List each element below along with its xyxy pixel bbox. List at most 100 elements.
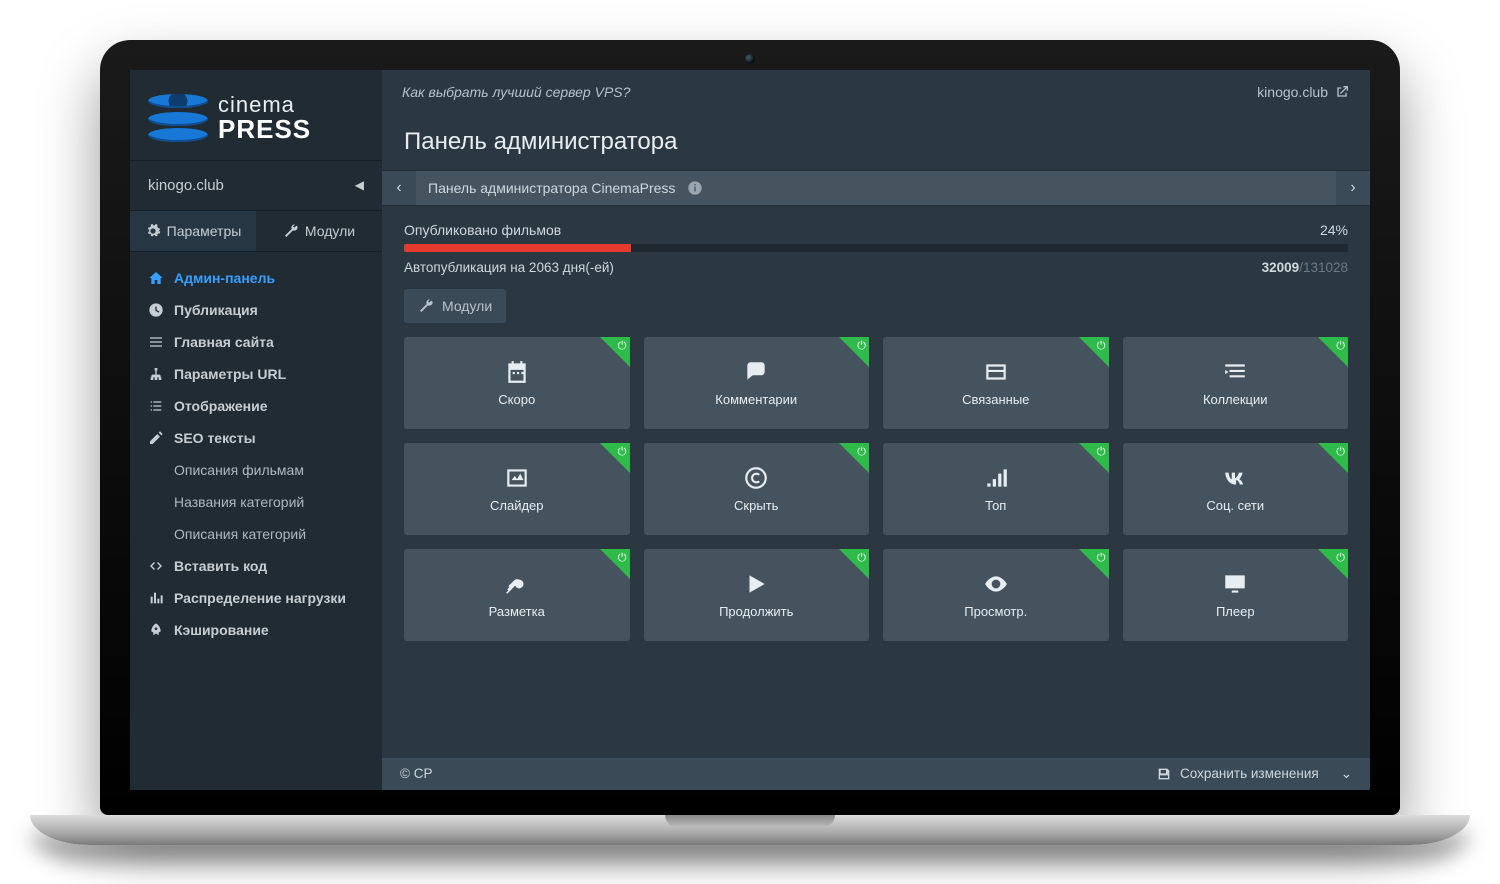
sidebar-tabs: Параметры Модули <box>130 211 382 252</box>
footer: © CP Сохранить изменения ⌄ <box>382 758 1370 790</box>
list-indent-icon <box>1221 358 1249 386</box>
crumb-prev[interactable]: ‹ <box>382 171 416 205</box>
app-root: cinema PRESS kinogo.club ◀ Параметры <box>130 70 1370 790</box>
module-player[interactable]: ⏻ Плеер <box>1123 549 1349 641</box>
play-icon <box>742 570 770 598</box>
nav-publication[interactable]: Публикация <box>130 294 382 326</box>
signal-icon <box>982 464 1010 492</box>
camera-icon <box>745 54 755 64</box>
nav-display[interactable]: Отображение <box>130 390 382 422</box>
laptop-base <box>30 815 1470 845</box>
logo-text: cinema PRESS <box>218 94 311 142</box>
lines-icon <box>148 334 164 350</box>
nav-seo-texts[interactable]: SEO тексты <box>130 422 382 454</box>
module-slider[interactable]: ⏻ Слайдер <box>404 443 630 535</box>
nav-insert-code[interactable]: Вставить код <box>130 550 382 582</box>
comments-icon <box>742 358 770 386</box>
sitemap-icon <box>148 366 164 382</box>
breadcrumb: Панель администратора CinemaPress <box>416 171 1336 205</box>
module-watched[interactable]: ⏻ Просмотр. <box>883 549 1109 641</box>
tab-modules-label: Модули <box>305 223 355 239</box>
topbar-domain-link[interactable]: kinogo.club <box>1257 84 1350 100</box>
page-title: Панель администратора <box>382 114 1370 170</box>
calendar-icon <box>503 358 531 386</box>
crumb-next[interactable]: › <box>1336 171 1370 205</box>
power-icon: ⏻ <box>857 340 866 353</box>
topbar-hint[interactable]: Как выбрать лучший сервер VPS? <box>402 84 630 100</box>
power-icon: ⏻ <box>1336 552 1345 565</box>
power-icon: ⏻ <box>1097 552 1106 565</box>
progress-bar <box>404 244 1348 252</box>
module-soon[interactable]: ⏻ Скоро <box>404 337 630 429</box>
power-icon: ⏻ <box>857 446 866 459</box>
copyright-icon <box>742 464 770 492</box>
clock-icon <box>148 302 164 318</box>
wrench-icon <box>418 298 434 314</box>
power-icon: ⏻ <box>618 552 627 565</box>
module-collections[interactable]: ⏻ Коллекции <box>1123 337 1349 429</box>
save-button[interactable]: Сохранить изменения ⌄ <box>1156 766 1352 782</box>
power-icon: ⏻ <box>1336 446 1345 459</box>
laptop-notch <box>665 815 835 827</box>
key-icon <box>503 570 531 598</box>
stat-counts: 32009/131028 <box>1262 260 1348 275</box>
topbar: Как выбрать лучший сервер VPS? kinogo.cl… <box>382 70 1370 114</box>
power-icon: ⏻ <box>618 340 627 353</box>
gear-icon <box>145 223 161 239</box>
site-name: kinogo.club <box>148 177 224 194</box>
nav-caching[interactable]: Кэширование <box>130 614 382 646</box>
nav-homepage[interactable]: Главная сайта <box>130 326 382 358</box>
monitor-icon <box>1221 570 1249 598</box>
nav-url-params[interactable]: Параметры URL <box>130 358 382 390</box>
pencil-icon <box>148 430 164 446</box>
nav-load-balance[interactable]: Распределение нагрузки <box>130 582 382 614</box>
image-icon <box>503 464 531 492</box>
module-continue[interactable]: ⏻ Продолжить <box>644 549 870 641</box>
power-icon: ⏻ <box>1336 340 1345 353</box>
vk-icon <box>1221 464 1249 492</box>
modules-button[interactable]: Модули <box>404 289 506 323</box>
tab-params-label: Параметры <box>167 223 242 239</box>
module-top[interactable]: ⏻ Топ <box>883 443 1109 535</box>
body: Опубликовано фильмов 24% Автопубликация … <box>382 206 1370 758</box>
power-icon: ⏻ <box>618 446 627 459</box>
chevron-down-icon[interactable]: ⌄ <box>1341 766 1352 782</box>
laptop-frame: cinema PRESS kinogo.club ◀ Параметры <box>100 40 1400 845</box>
sidebar: cinema PRESS kinogo.club ◀ Параметры <box>130 70 382 790</box>
code-icon <box>148 558 164 574</box>
stat-autoline: Автопубликация на 2063 дня(-ей) <box>404 260 614 275</box>
stat-percent: 24% <box>1320 222 1348 238</box>
module-related[interactable]: ⏻ Связанные <box>883 337 1109 429</box>
stat-label: Опубликовано фильмов <box>404 222 561 238</box>
modules-grid: ⏻ Скоро ⏻ Комментарии ⏻ <box>404 337 1348 641</box>
progress-fill <box>404 244 631 252</box>
power-icon: ⏻ <box>857 552 866 565</box>
chevron-left-icon: ◀ <box>355 178 364 192</box>
wrench-icon <box>283 223 299 239</box>
tab-modules[interactable]: Модули <box>256 211 382 251</box>
module-social[interactable]: ⏻ Соц. сети <box>1123 443 1349 535</box>
site-selector[interactable]: kinogo.club ◀ <box>130 160 382 211</box>
nav-seo-cat-desc[interactable]: Описания категорий <box>130 518 382 550</box>
save-icon <box>1156 766 1172 782</box>
main-content: Как выбрать лучший сервер VPS? kinogo.cl… <box>382 70 1370 790</box>
screen: cinema PRESS kinogo.club ◀ Параметры <box>130 70 1370 790</box>
module-hide[interactable]: ⏻ Скрыть <box>644 443 870 535</box>
module-markup[interactable]: ⏻ Разметка <box>404 549 630 641</box>
home-icon <box>148 270 164 286</box>
module-comments[interactable]: ⏻ Комментарии <box>644 337 870 429</box>
nav-seo-cat-names[interactable]: Названия категорий <box>130 486 382 518</box>
info-icon[interactable] <box>687 180 703 196</box>
footer-copyright: © CP <box>400 766 432 781</box>
breadcrumb-bar: ‹ Панель администратора CinemaPress › <box>382 170 1370 206</box>
card-icon <box>982 358 1010 386</box>
eye-icon <box>982 570 1010 598</box>
nav-admin-panel[interactable]: Админ-панель <box>130 262 382 294</box>
tab-params[interactable]: Параметры <box>130 211 256 251</box>
bars-icon <box>148 590 164 606</box>
power-icon: ⏻ <box>1097 340 1106 353</box>
nav-seo-desc-films[interactable]: Описания фильмам <box>130 454 382 486</box>
logo: cinema PRESS <box>130 70 382 160</box>
sidebar-nav: Админ-панель Публикация Главная сайта <box>130 252 382 656</box>
external-link-icon <box>1334 84 1350 100</box>
